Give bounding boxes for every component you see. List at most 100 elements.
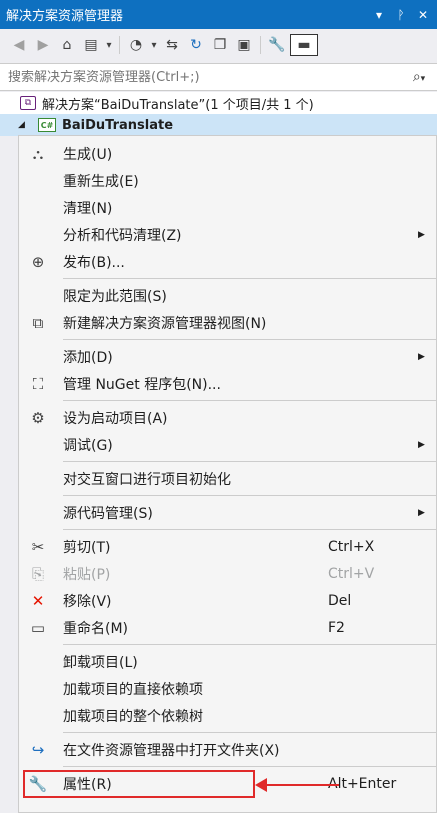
menu-item-label: 清理(N) <box>63 200 113 217</box>
search-dropdown-icon[interactable]: ▾ <box>421 74 426 84</box>
menu-item-8-0[interactable]: ↪ 在文件资源管理器中打开文件夹(X) <box>19 736 436 763</box>
menu-item-label: 在文件资源管理器中打开文件夹(X) <box>63 742 280 759</box>
menu-item-label: 发布(B)... <box>63 254 125 271</box>
pending-changes-icon[interactable]: ◔ <box>125 34 147 56</box>
menu-item-0-1[interactable]: 重新生成(E) <box>19 167 436 194</box>
show-all-files-icon[interactable]: ▣ <box>233 34 255 56</box>
switch-views-dropdown-icon[interactable]: ▾ <box>104 34 114 56</box>
menu-item-3-0[interactable]: ⚙ 设为启动项目(A) <box>19 404 436 431</box>
preview-selected-icon[interactable]: ▬ <box>290 34 318 56</box>
title-bar: 解决方案资源管理器 ▾ ᚹ ✕ <box>0 0 437 29</box>
sync-icon[interactable]: ⇆ <box>161 34 183 56</box>
menu-icon-slot <box>19 194 57 221</box>
menu-separator <box>63 339 436 340</box>
menu-item-label: 对交互窗口进行项目初始化 <box>63 471 231 488</box>
rename-icon: ▭ <box>30 618 46 637</box>
context-menu: ⛬ 生成(U) 重新生成(E) 清理(N) 分析和代码清理(Z) ▶ ⊕ 发布(B)... 限定… <box>18 135 437 813</box>
build-icon: ⛬ <box>32 144 44 163</box>
menu-item-label: 加载项目的直接依赖项 <box>63 681 203 698</box>
solution-label: 解决方案“BaiDuTranslate”(1 个项目/共 1 个) <box>42 97 314 113</box>
remove-x-icon: ✕ <box>31 591 45 610</box>
menu-item-7-2[interactable]: 加载项目的整个依赖树 <box>19 702 436 729</box>
menu-item-0-3[interactable]: 分析和代码清理(Z) ▶ <box>19 221 436 248</box>
menu-item-6-0[interactable]: ✂ 剪切(T) Ctrl+X <box>19 533 436 560</box>
menu-item-label: 剪切(T) <box>63 539 111 556</box>
csharp-project-icon: C# <box>38 118 56 132</box>
menu-item-6-2[interactable]: ✕ 移除(V) Del <box>19 587 436 614</box>
menu-item-label: 管理 NuGet 程序包(N)... <box>63 376 221 393</box>
menu-item-shortcut: Alt+Enter <box>328 775 397 792</box>
menu-item-label: 生成(U) <box>63 146 113 163</box>
menu-separator <box>63 766 436 767</box>
menu-icon-slot <box>19 648 57 675</box>
menu-item-0-0[interactable]: ⛬ 生成(U) <box>19 140 436 167</box>
menu-separator <box>63 529 436 530</box>
menu-item-label: 重命名(M) <box>63 620 129 637</box>
gear-icon: ⚙ <box>31 408 45 427</box>
menu-item-shortcut: Ctrl+X <box>328 538 375 555</box>
new-view-icon: ⧉ <box>32 313 44 332</box>
forward-icon[interactable]: ▶ <box>32 34 54 56</box>
menu-item-shortcut: F2 <box>328 619 345 636</box>
search-bar: ⌕▾ <box>0 63 437 91</box>
pending-changes-dropdown-icon[interactable]: ▾ <box>149 34 159 56</box>
title-bar-controls: ▾ ᚹ ✕ <box>373 8 437 22</box>
close-icon[interactable]: ✕ <box>417 8 429 22</box>
menu-item-1-1[interactable]: ⧉ 新建解决方案资源管理器视图(N) <box>19 309 436 336</box>
menu-item-2-0[interactable]: 添加(D) ▶ <box>19 343 436 370</box>
menu-item-label: 调试(G) <box>63 437 113 454</box>
menu-separator <box>63 732 436 733</box>
window-position-dropdown-icon[interactable]: ▾ <box>373 8 385 22</box>
expand-icon[interactable]: ◢ <box>18 120 34 130</box>
menu-icon-slot <box>19 499 57 526</box>
back-icon[interactable]: ◀ <box>8 34 30 56</box>
pin-icon[interactable]: ᚹ <box>395 8 407 22</box>
refresh-icon[interactable]: ↻ <box>185 34 207 56</box>
menu-icon-slot <box>19 343 57 370</box>
menu-separator <box>63 644 436 645</box>
menu-item-0-2[interactable]: 清理(N) <box>19 194 436 221</box>
submenu-arrow-icon: ▶ <box>418 229 425 240</box>
menu-item-6-3[interactable]: ▭ 重命名(M) F2 <box>19 614 436 641</box>
menu-item-2-1[interactable]: ⛶ 管理 NuGet 程序包(N)... <box>19 370 436 397</box>
properties-icon[interactable]: 🔧 <box>266 34 288 56</box>
menu-icon-slot <box>19 221 57 248</box>
project-label: BaiDuTranslate <box>62 117 174 133</box>
menu-item-label: 卸载项目(L) <box>63 654 138 671</box>
tree-item-project[interactable]: ◢ C# BaiDuTranslate <box>0 114 437 136</box>
toolbar: ◀ ▶ ⌂ ▤ ▾ ◔ ▾ ⇆ ↻ ❐ ▣ 🔧 ▬ <box>0 29 437 61</box>
menu-separator <box>63 278 436 279</box>
window-title: 解决方案资源管理器 <box>6 9 124 24</box>
menu-item-7-1[interactable]: 加载项目的直接依赖项 <box>19 675 436 702</box>
menu-item-label: 分析和代码清理(Z) <box>63 227 182 244</box>
menu-item-5-0[interactable]: 源代码管理(S) ▶ <box>19 499 436 526</box>
menu-icon-slot <box>19 675 57 702</box>
menu-item-1-0[interactable]: 限定为此范围(S) <box>19 282 436 309</box>
toolbar-separator <box>260 36 261 54</box>
highlight-box <box>23 770 255 798</box>
menu-item-label: 移除(V) <box>63 593 112 610</box>
open-folder-arrow-icon: ↪ <box>31 740 45 759</box>
menu-item-0-4[interactable]: ⊕ 发布(B)... <box>19 248 436 275</box>
menu-item-shortcut: Ctrl+V <box>328 565 375 582</box>
menu-item-label: 粘贴(P) <box>63 566 111 583</box>
submenu-arrow-icon: ▶ <box>418 351 425 362</box>
menu-item-7-0[interactable]: 卸载项目(L) <box>19 648 436 675</box>
menu-item-9-0[interactable]: 🔧 属性(R) Alt+Enter <box>19 770 436 798</box>
menu-separator <box>63 400 436 401</box>
nuget-package-icon: ⛶ <box>32 374 44 393</box>
switch-views-icon[interactable]: ▤ <box>80 34 102 56</box>
tree-item-solution[interactable]: ⧉ 解决方案“BaiDuTranslate”(1 个项目/共 1 个) <box>0 92 437 114</box>
annotation-arrow <box>255 778 339 792</box>
menu-item-3-1[interactable]: 调试(G) ▶ <box>19 431 436 458</box>
submenu-arrow-icon: ▶ <box>418 507 425 518</box>
menu-item-6-1[interactable]: ⎘ 粘贴(P) Ctrl+V <box>19 560 436 587</box>
menu-item-label: 限定为此范围(S) <box>63 288 167 305</box>
menu-separator <box>63 461 436 462</box>
search-input[interactable] <box>8 69 401 85</box>
home-icon[interactable]: ⌂ <box>56 34 78 56</box>
collapse-all-icon[interactable]: ❐ <box>209 34 231 56</box>
menu-icon-slot <box>19 465 57 492</box>
search-icon[interactable]: ⌕▾ <box>401 69 437 85</box>
menu-item-4-0[interactable]: 对交互窗口进行项目初始化 <box>19 465 436 492</box>
